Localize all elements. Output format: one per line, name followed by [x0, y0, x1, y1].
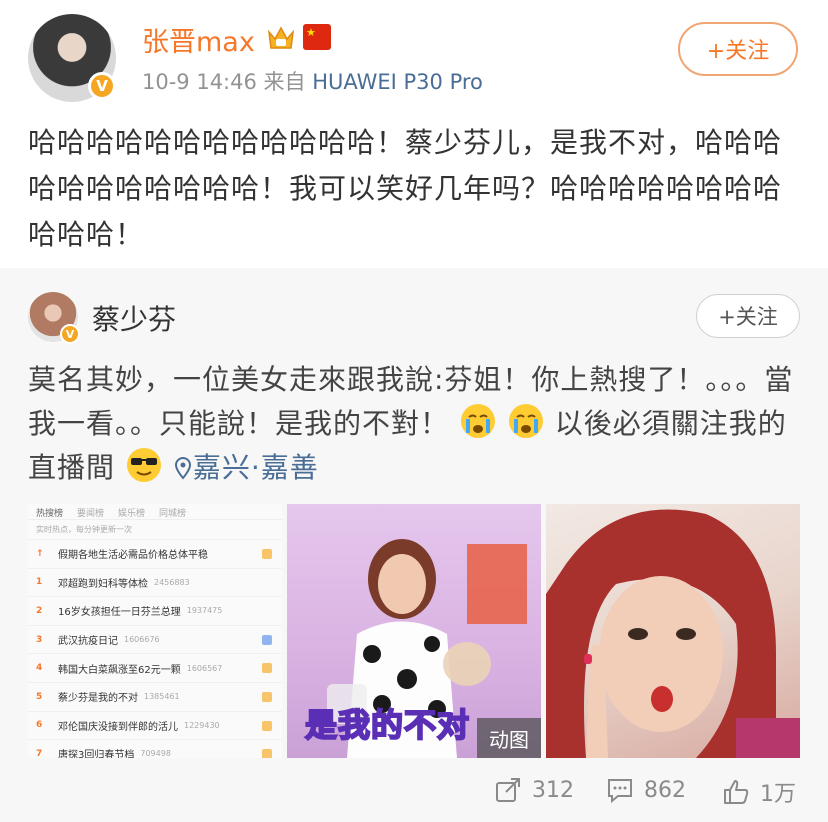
follow-button[interactable]: +关注: [678, 22, 798, 76]
gif-caption: 是我的不对: [304, 705, 471, 745]
crying-emoji-icon: [460, 404, 495, 438]
pin-icon: ↑: [36, 548, 44, 559]
hot-search-tab: 热搜榜: [36, 509, 64, 519]
gif-badge: 动图: [477, 718, 541, 758]
hot-search-count: 1606676: [124, 635, 160, 645]
source-prefix: 来自: [263, 70, 306, 94]
comment-count: 862: [644, 777, 686, 803]
action-bar: 312 862 1万: [0, 768, 828, 822]
hot-search-rank: 5: [36, 691, 43, 702]
tag-icon: [262, 749, 272, 758]
hot-search-tab: 娱乐榜: [118, 509, 146, 519]
sunglasses-emoji-icon: [126, 448, 161, 482]
hot-search-title: 蔡少芬是我的不对: [58, 693, 138, 705]
hot-search-title: 16岁女孩担任一日芬兰总理: [58, 607, 181, 619]
repost-verified-badge-icon: V: [60, 324, 80, 344]
hot-search-rank: 3: [36, 634, 43, 645]
share-icon: [496, 778, 520, 802]
tag-icon: [262, 720, 272, 731]
post-timestamp: 10-9 14:46: [142, 70, 257, 94]
hot-search-row: 7 唐探3回归春节档 709498: [28, 739, 282, 758]
author-name[interactable]: 张晋max: [142, 20, 255, 59]
repost-text: 莫名其妙，一位美女走來跟我說:芬姐！你上熱搜了！。。。當我一看。。只能說！是我的…: [28, 358, 803, 490]
hot-search-tab: 要闻榜: [77, 509, 105, 519]
hot-search-rank: 7: [36, 748, 43, 758]
post-text: 哈哈哈哈哈哈哈哈哈哈哈哈！蔡少芬儿，是我不对，哈哈哈哈哈哈哈哈哈哈哈！我可以笑好…: [28, 126, 783, 251]
hot-search-row: 1 邓超跑到妇科等体检 2456883: [28, 567, 282, 597]
hot-search-subtitle: 实时热点，每分钟更新一次: [36, 525, 132, 534]
hot-search-screenshot[interactable]: 热搜榜 要闻榜 娱乐榜 同城榜 实时热点，每分钟更新一次 ↑ 假期各地生活必需品价…: [28, 504, 282, 758]
hot-search-title: 韩国大白菜飙涨至62元一颗: [58, 664, 181, 676]
device-name[interactable]: HUAWEI P30 Pro: [312, 70, 483, 94]
china-flag-icon: ★: [303, 24, 331, 50]
tag-icon: [262, 549, 272, 559]
woman-selfie-photo: [546, 509, 800, 758]
hot-search-title: 邓超跑到妇科等体检: [58, 578, 148, 590]
comment-icon: [608, 779, 632, 804]
hot-search-title: 武汉抗疫日记: [58, 636, 118, 648]
hot-search-count: 2456883: [154, 577, 190, 587]
hot-search-rank: 2: [36, 605, 43, 616]
hot-search-title: 邓伦国庆没接到伴郎的活儿: [58, 721, 178, 733]
post-meta: 10-9 14:46 来自 HUAWEI P30 Pro: [142, 66, 483, 96]
crown-icon: [267, 26, 295, 49]
hot-search-rank: 1: [36, 577, 43, 588]
tag-icon: [262, 634, 272, 645]
hot-search-title: 假期各地生活必需品价格总体平稳: [58, 550, 208, 562]
location-text: 嘉兴·嘉善: [192, 451, 319, 484]
hot-search-row: 5 蔡少芬是我的不对 1385461: [28, 681, 282, 711]
like-button[interactable]: 1万: [722, 776, 796, 808]
tag-icon: [262, 663, 272, 674]
reposted-weibo[interactable]: V 蔡少芬 +关注 莫名其妙，一位美女走來跟我說:芬姐！你上熱搜了！。。。當我一…: [0, 268, 828, 822]
hot-search-rank: 6: [36, 720, 43, 731]
repost-follow-button[interactable]: +关注: [696, 294, 800, 338]
hot-search-count: 1606567: [186, 663, 223, 673]
tag-icon: [262, 691, 272, 702]
hot-search-row: 6 邓伦国庆没接到伴郎的活儿 1229430: [28, 710, 282, 740]
like-count: 1万: [760, 782, 796, 807]
repost-count: 312: [532, 777, 574, 803]
hot-search-row: ↑ 假期各地生活必需品价格总体平稳: [28, 539, 282, 568]
gif-image[interactable]: 是我的不对 动图: [287, 504, 541, 758]
hot-search-tabs: 热搜榜 要闻榜 娱乐榜 同城榜: [28, 504, 282, 520]
hot-search-tab: 同城榜: [159, 509, 187, 519]
hot-search-row: 3 武汉抗疫日记 1606676: [28, 624, 282, 654]
location-pin-icon: [174, 456, 191, 480]
hot-search-count: 1937475: [186, 606, 223, 616]
repost-button[interactable]: 312: [494, 776, 574, 804]
hot-search-count: 1229430: [184, 720, 220, 730]
thumbs-up-icon: [724, 780, 749, 804]
repost-images: 热搜榜 要闻榜 娱乐榜 同城榜 实时热点，每分钟更新一次 ↑ 假期各地生活必需品价…: [28, 504, 800, 758]
location-link[interactable]: 嘉兴·嘉善: [173, 451, 319, 484]
selfie-image[interactable]: [546, 504, 800, 758]
hot-search-count: 1385461: [144, 692, 180, 702]
comment-button[interactable]: 862: [606, 776, 686, 804]
post-header: V 张晋max ★ 10-9 14:46 来自 HUAWEI P30 Pro +…: [0, 0, 828, 110]
hot-search-title: 唐探3回归春节档: [58, 750, 135, 758]
hot-search-count: 709498: [140, 749, 171, 758]
hot-search-row: 2 16岁女孩担任一日芬兰总理 1937475: [28, 596, 282, 625]
crying-emoji-icon: [508, 404, 543, 438]
verified-badge-icon: V: [88, 72, 116, 100]
hot-search-row: 4 韩国大白菜飙涨至62元一颗 1606567: [28, 653, 282, 682]
repost-author-name[interactable]: 蔡少芬: [92, 298, 176, 338]
hot-search-rank: 4: [36, 663, 43, 674]
